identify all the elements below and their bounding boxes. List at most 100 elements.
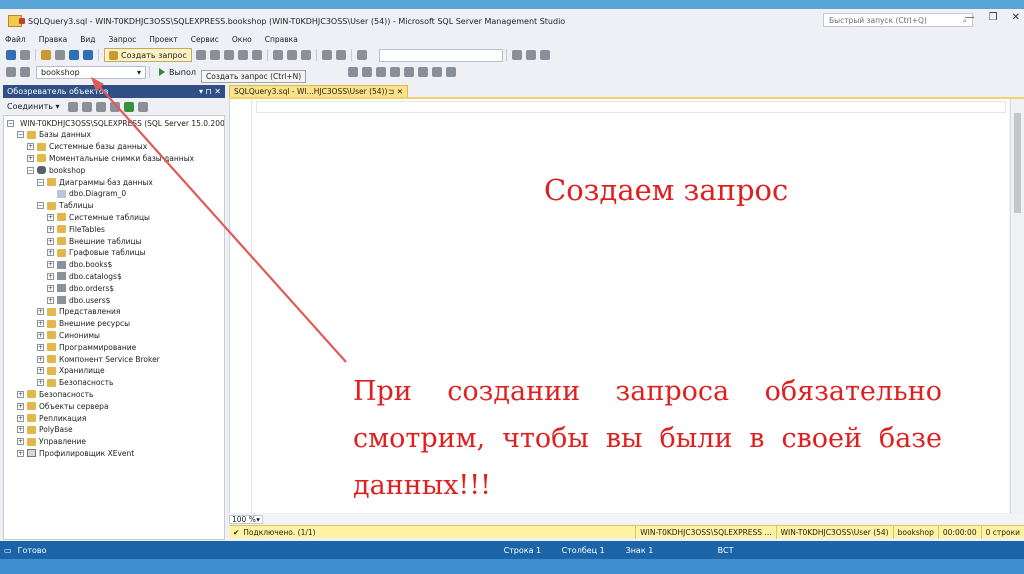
tab-pin-close-icon[interactable]: ⊐ ✕ [388,87,403,96]
tree-node[interactable]: − Базы данных [4,129,224,141]
comment-icon[interactable] [390,67,401,77]
tree-node[interactable]: + dbo.orders$ [4,282,224,294]
tree-node[interactable]: + Репликация [4,412,224,424]
tree-node[interactable]: − Таблицы [4,200,224,212]
collapse-icon[interactable]: − [37,202,44,210]
paste-icon[interactable] [300,50,311,60]
tree-node[interactable]: + Управление [4,436,224,448]
new-project-icon[interactable] [41,50,51,60]
tree-node[interactable]: + Системные таблицы [4,211,224,223]
expand-icon[interactable]: + [37,320,44,328]
expand-icon[interactable]: + [37,379,44,387]
specify-values-icon[interactable] [446,67,457,77]
tree-node[interactable]: + Компонент Service Broker [4,353,224,365]
expand-icon[interactable]: + [17,390,24,398]
expand-icon[interactable]: + [17,449,24,457]
save-all-icon[interactable] [83,50,93,60]
tree-node[interactable]: + Объекты сервера [4,400,224,412]
expand-icon[interactable]: + [17,402,24,410]
back-icon[interactable] [6,50,16,60]
pane-controls[interactable]: ▾ ⊓ ✕ [199,87,221,96]
tree-node[interactable]: − WIN-T0KDHJC3OSS\SQLEXPRESS (SQL Server … [4,117,224,129]
collapse-icon[interactable]: − [27,166,34,174]
toolbox-icon[interactable] [539,50,550,60]
mdx-query-icon[interactable] [209,50,220,60]
dax-query-icon[interactable] [251,50,262,60]
collapse-icon[interactable]: − [7,119,14,127]
menu-item[interactable]: Вид [80,35,95,44]
properties-icon[interactable] [511,50,522,60]
expand-icon[interactable]: + [47,296,54,304]
tree-node[interactable]: + Внешние ресурсы [4,318,224,330]
xmla-query-icon[interactable] [237,50,248,60]
available-databases-select[interactable]: bookshop ▾ [36,65,146,79]
wrench-icon[interactable] [525,50,536,60]
solution-configurations-dropdown[interactable] [378,48,503,62]
results-to-text-icon[interactable] [348,67,359,77]
tree-node[interactable]: − bookshop [4,164,224,176]
expand-icon[interactable]: + [47,249,54,257]
tree-node[interactable]: − Диаграммы баз данных [4,176,224,188]
undo-icon[interactable] [321,50,332,60]
menu-item[interactable]: Файл [5,35,26,44]
execute-button[interactable]: Выпол [159,68,196,77]
tree-node[interactable]: + Программирование [4,341,224,353]
menu-item[interactable]: Окно [232,35,252,44]
activity-icon[interactable] [137,101,148,112]
tree-node[interactable]: + Безопасность [4,377,224,389]
menu-item[interactable]: Справка [265,35,298,44]
collapse-icon[interactable]: − [17,131,24,139]
tree-node[interactable]: + Внешние таблицы [4,235,224,247]
tree-node[interactable]: dbo.Diagram_0 [4,188,224,200]
expand-icon[interactable]: + [37,308,44,316]
disconnect-icon[interactable] [81,101,92,112]
stop-icon[interactable] [95,101,106,112]
tree-node[interactable]: + Системные базы данных [4,141,224,153]
close-icon[interactable]: ✕ [1012,12,1020,23]
restore-icon[interactable]: ❐ [989,12,998,23]
refresh-icon[interactable] [123,101,134,112]
tree-node[interactable]: + dbo.books$ [4,259,224,271]
expand-icon[interactable]: + [27,154,34,162]
tree-node[interactable]: + Представления [4,306,224,318]
zoom-select[interactable]: 100 % ▾ [229,514,263,524]
copy-icon[interactable] [286,50,297,60]
results-to-file-icon[interactable] [376,67,387,77]
change-connection-icon[interactable] [20,67,30,77]
new-query-button[interactable]: Создать запрос [104,48,192,62]
editor-vertical-scrollbar[interactable] [1010,99,1024,513]
expand-icon[interactable]: + [47,261,54,269]
expand-icon[interactable]: + [47,272,54,280]
expand-icon[interactable]: + [17,438,24,446]
results-to-grid-icon[interactable] [362,67,373,77]
menu-item[interactable]: Правка [39,35,68,44]
filter-icon[interactable] [109,101,120,112]
tree-node[interactable]: + Безопасность [4,388,224,400]
tree-node[interactable]: + Синонимы [4,329,224,341]
uncomment-icon[interactable] [404,67,415,77]
expand-icon[interactable]: + [47,225,54,233]
scrollbar-thumb[interactable] [1014,113,1021,213]
tree-node[interactable]: + dbo.users$ [4,294,224,306]
activity-monitor-icon[interactable] [356,50,367,60]
quick-launch-input[interactable]: Быстрый запуск (Ctrl+Q) ⌕ [823,13,973,27]
expand-icon[interactable]: + [37,355,44,363]
expand-icon[interactable]: + [47,237,54,245]
menu-item[interactable]: Проект [149,35,178,44]
cut-icon[interactable] [272,50,283,60]
tree-node[interactable]: + Графовые таблицы [4,247,224,259]
connect-icon[interactable] [6,67,16,77]
expand-icon[interactable]: + [37,343,44,351]
save-icon[interactable] [69,50,79,60]
connect-button[interactable]: Соединить ▾ [7,102,60,111]
forward-icon[interactable] [20,50,30,60]
redo-icon[interactable] [335,50,346,60]
expand-icon[interactable]: + [17,414,24,422]
indent-icon[interactable] [432,67,443,77]
tree-node[interactable]: + Профилировщик XEvent [4,447,224,459]
database-engine-query-icon[interactable] [195,50,206,60]
tree-node[interactable]: + Хранилище [4,365,224,377]
dmx-query-icon[interactable] [223,50,234,60]
menu-item[interactable]: Запрос [109,35,137,44]
tree-node[interactable]: + Моментальные снимки базы данных [4,152,224,164]
